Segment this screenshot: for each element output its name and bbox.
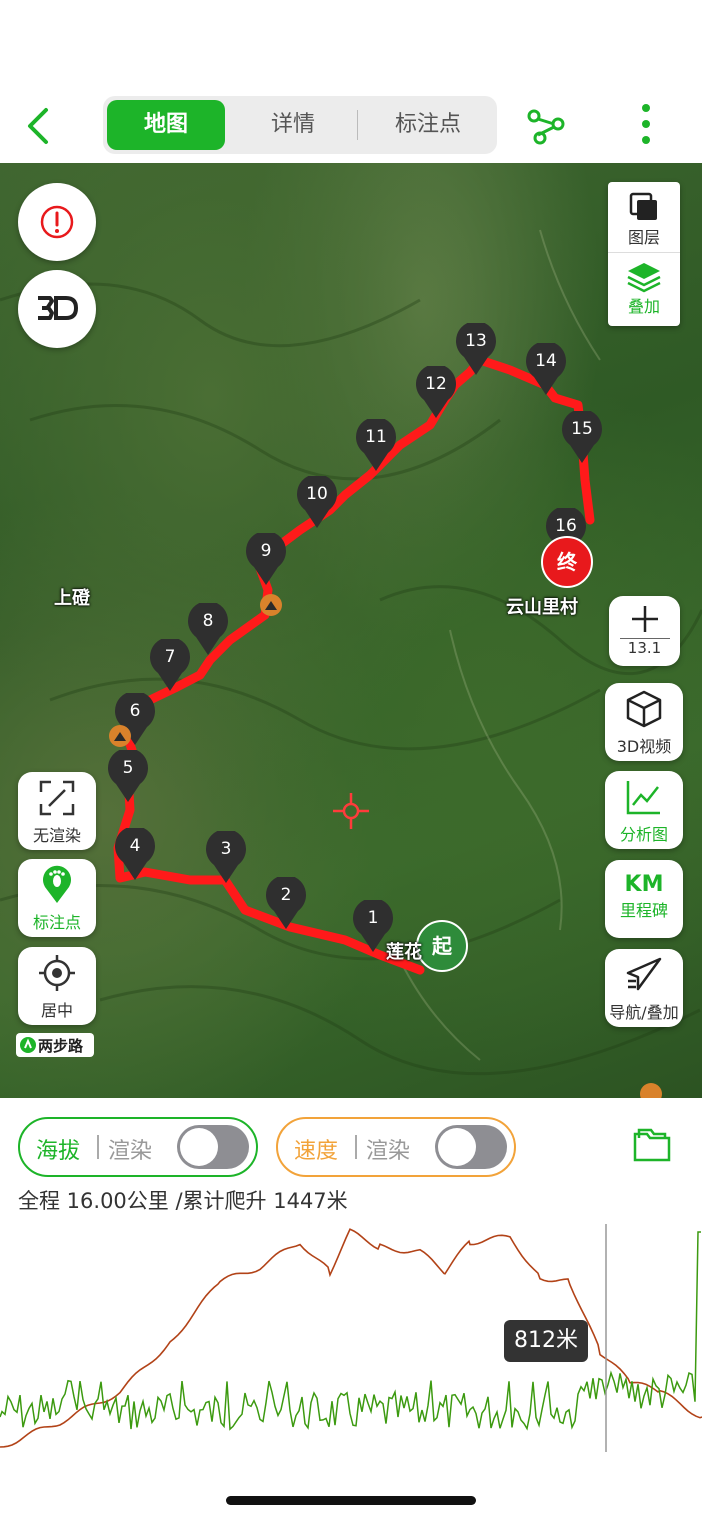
waypoint-marker[interactable]: 4 [113, 826, 157, 886]
route-summary: 全程 16.00公里 /累计爬升 1447米 [18, 1189, 348, 1213]
waypoint-marker[interactable]: 8 [186, 601, 230, 661]
milestone-button[interactable]: KM 里程碑 [605, 860, 683, 938]
view-tab-group: 地图 详情 标注点 [103, 96, 497, 154]
altitude-line [0, 1228, 702, 1448]
center-label: 居中 [40, 1001, 73, 1020]
no-render-label: 无渲染 [32, 826, 81, 845]
divider [97, 1135, 99, 1159]
speed-render-toggle[interactable]: 速度 渲染 [276, 1117, 516, 1177]
route-share-icon[interactable] [526, 106, 566, 146]
peak-icon[interactable] [109, 725, 131, 747]
waypoint-marker[interactable]: 11 [354, 417, 398, 477]
peak-icon[interactable] [260, 594, 282, 616]
altitude-title: 海拔 [36, 1139, 81, 1164]
tab-divider [357, 110, 358, 140]
locate-icon [39, 955, 75, 991]
start-marker[interactable]: 起 [416, 920, 468, 972]
folder-icon[interactable] [633, 1128, 671, 1162]
tab-details[interactable]: 详情 [229, 96, 357, 154]
peak-icon[interactable] [640, 1083, 662, 1098]
waypoint-marker[interactable]: 9 [244, 531, 288, 591]
end-marker[interactable]: 终 [541, 536, 593, 588]
tab-map[interactable]: 地图 [107, 100, 225, 150]
speed-render-label: 渲染 [366, 1139, 411, 1164]
waypoint-marker[interactable]: 15 [560, 409, 604, 469]
layers-icon [629, 192, 657, 220]
top-nav-bar: 地图 详情 标注点 [0, 88, 702, 162]
overlay-label: 叠加 [627, 297, 660, 316]
overlay-button[interactable]: 叠加 [608, 253, 680, 325]
speed-line [0, 1231, 701, 1431]
expand-icon [39, 780, 75, 816]
navigate-overlay-button[interactable]: 导航/叠加 [605, 949, 683, 1027]
layers-button[interactable]: 图层 [608, 182, 680, 253]
km-icon: KM [624, 872, 664, 897]
waypoint-marker[interactable]: 10 [295, 474, 339, 534]
divider [355, 1135, 357, 1159]
milestone-label: 里程碑 [619, 901, 668, 920]
waypoint-marker[interactable]: 3 [204, 829, 248, 889]
line-chart-icon [626, 781, 660, 815]
waypoints-button[interactable]: 标注点 [18, 859, 96, 937]
no-render-button[interactable]: 无渲染 [18, 772, 96, 850]
analysis-button[interactable]: 分析图 [605, 771, 683, 849]
elevation-speed-chart[interactable] [0, 1222, 702, 1462]
elevation-tooltip: 812米 [504, 1320, 588, 1362]
waypoint-marker[interactable]: 14 [524, 341, 568, 401]
more-menu-icon[interactable] [638, 102, 654, 146]
waypoint-marker[interactable]: 5 [106, 748, 150, 808]
waypoint-marker[interactable]: 2 [264, 875, 308, 935]
zoom-level: 13.1 [627, 639, 662, 657]
alert-icon [40, 205, 74, 239]
waypoint-marker[interactable]: 12 [414, 364, 458, 424]
speed-switch[interactable] [435, 1125, 507, 1169]
zoom-in-icon [631, 606, 658, 632]
place-label: 云山里村 [506, 597, 578, 618]
place-label: 上磴 [54, 588, 90, 609]
speed-title: 速度 [294, 1139, 339, 1164]
brand-icon [20, 1037, 36, 1053]
footprint-pin-icon [43, 865, 71, 903]
home-indicator[interactable] [226, 1496, 476, 1505]
layers-panel: 图层 叠加 [608, 182, 680, 326]
alert-button[interactable] [18, 183, 96, 261]
3d-toggle-button[interactable] [18, 270, 96, 348]
navigate-label: 导航/叠加 [609, 1003, 679, 1022]
place-label: 莲花 [386, 942, 422, 963]
layers-label: 图层 [627, 228, 660, 247]
center-crosshair-icon [333, 793, 369, 829]
altitude-switch[interactable] [177, 1125, 249, 1169]
zoom-button[interactable]: 13.1 [609, 596, 680, 666]
3d-video-button[interactable]: 3D视频 [605, 683, 683, 761]
tab-waypoints[interactable]: 标注点 [359, 96, 497, 154]
cube-icon [626, 690, 662, 728]
navigation-arrow-icon [626, 957, 662, 991]
altitude-render-label: 渲染 [108, 1139, 153, 1164]
3d-video-label: 3D视频 [616, 737, 672, 756]
center-button[interactable]: 居中 [18, 947, 96, 1025]
altitude-render-toggle[interactable]: 海拔 渲染 [18, 1117, 258, 1177]
back-chevron-icon[interactable] [22, 106, 58, 146]
brand-logo: 两步路 [16, 1033, 94, 1057]
satellite-map[interactable]: 1 2 3 4 5 6 7 8 9 10 11 12 13 14 15 16 起… [0, 163, 702, 1098]
waypoints-label: 标注点 [32, 913, 81, 932]
stack-icon [627, 263, 661, 293]
3d-icon [38, 296, 79, 320]
waypoint-marker[interactable]: 13 [454, 321, 498, 381]
analysis-label: 分析图 [619, 825, 668, 844]
